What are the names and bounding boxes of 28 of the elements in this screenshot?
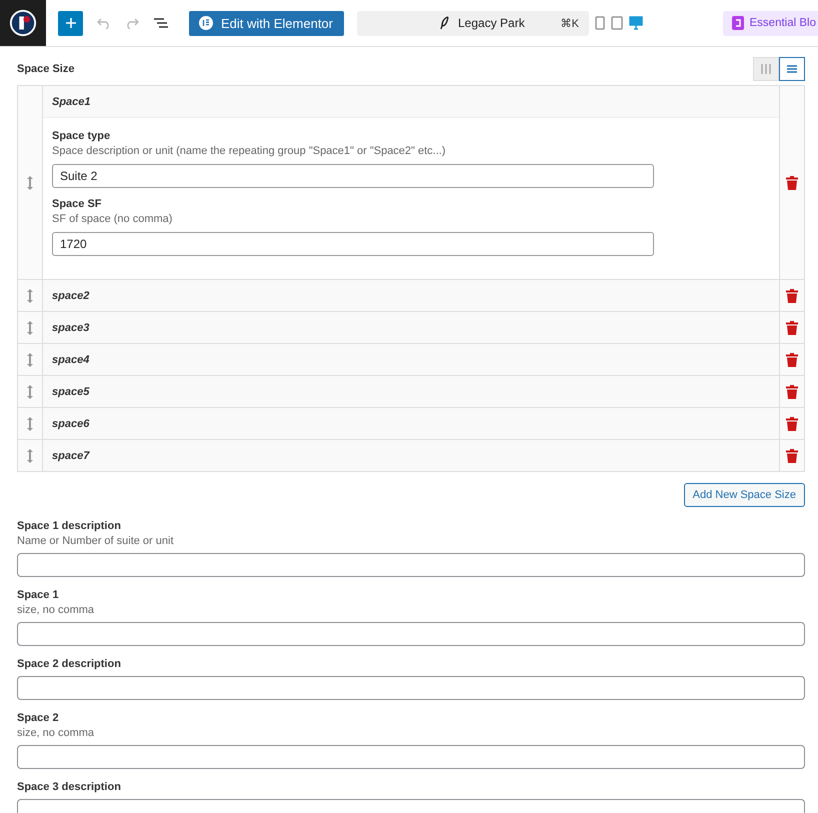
field-label: Space type (52, 130, 112, 142)
field-hint: size, no comma (17, 727, 96, 739)
field-label: Space 2 (17, 712, 60, 724)
shortcut-label: ⌘K (560, 16, 579, 30)
text-field[interactable]: 1720 (52, 232, 654, 256)
field-hint: Space description or unit (name the repeating group "Space1" or "Space2" etc...) (52, 145, 447, 157)
field-hint: SF of space (no comma) (52, 213, 174, 225)
field-label: Space SF (52, 198, 103, 210)
row-title[interactable]: space3 (43, 312, 779, 343)
edit-with-elementor-button[interactable]: Edit with Elementor (189, 10, 344, 36)
field-label: Space Size (17, 63, 74, 75)
add-row-button[interactable]: Add New Space Size (684, 483, 805, 507)
essential-blocks-button[interactable]: Essential Blo (722, 10, 818, 36)
document-title: Legacy Park (458, 16, 526, 30)
field-hint: size, no comma (17, 604, 96, 616)
text-field[interactable]: Suite 2 (52, 164, 654, 188)
field-label: Space 1 description (17, 520, 122, 532)
row-title[interactable]: Space1 (43, 86, 779, 118)
row-title[interactable]: space2 (43, 280, 779, 311)
field-hint: Name or Number of suite or unit (17, 535, 175, 547)
row-title[interactable]: space6 (43, 408, 779, 439)
field-label: Space 1 (17, 589, 60, 601)
row-title[interactable]: space7 (43, 440, 779, 471)
field-label: Space 2 description (17, 658, 122, 670)
field-label: Space 3 description (17, 781, 122, 793)
row-title[interactable]: space4 (43, 344, 779, 375)
row-title[interactable]: space5 (43, 376, 779, 407)
document-bar[interactable]: Legacy Park ⌘K (357, 10, 589, 36)
